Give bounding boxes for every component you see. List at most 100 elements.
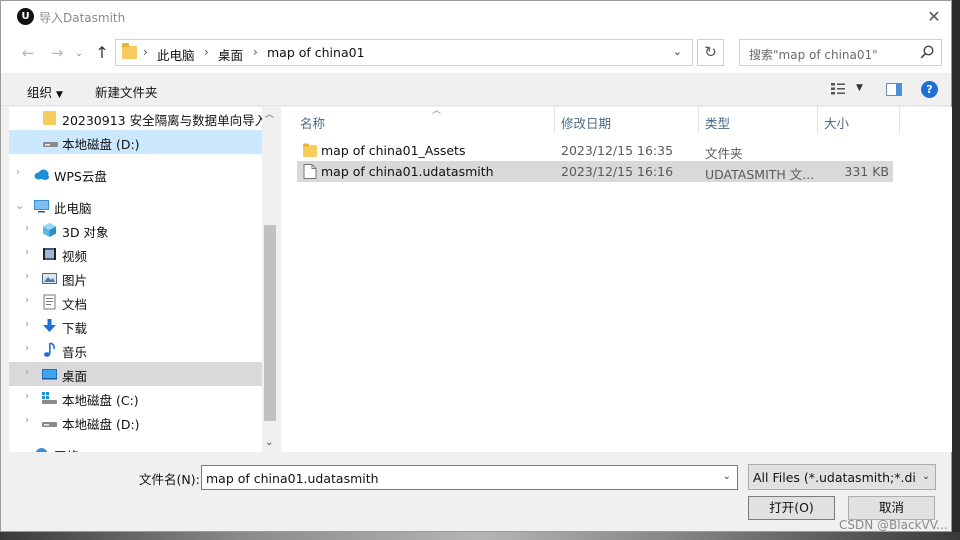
scroll-down-icon[interactable]: ⌄: [265, 437, 273, 448]
computer-icon: [34, 200, 49, 213]
network-icon: [35, 448, 48, 452]
filename-input[interactable]: map of china01.udatasmith ⌄: [201, 465, 738, 490]
download-icon: [43, 319, 56, 332]
chevron-right-icon[interactable]: ›: [25, 247, 29, 258]
chevron-right-icon[interactable]: ›: [25, 271, 29, 282]
recent-dropdown-icon[interactable]: ⌄: [69, 44, 89, 64]
file-icon: [303, 164, 317, 179]
chevron-right-icon[interactable]: ›: [25, 295, 29, 306]
folder-icon: [303, 143, 317, 157]
column-header-size[interactable]: 大小: [817, 107, 899, 134]
folder-icon: [122, 43, 137, 59]
chevron-right-icon[interactable]: ›: [25, 367, 29, 378]
search-placeholder: 搜索"map of china01": [749, 48, 878, 62]
tree-item-drive-d[interactable]: 本地磁盘 (D:): [9, 130, 262, 154]
caret-down-icon[interactable]: ▼: [856, 83, 863, 93]
chevron-right-icon[interactable]: ›: [25, 391, 29, 402]
chevron-down-icon[interactable]: ⌄: [917, 465, 935, 489]
tree-item-downloads[interactable]: › 下载: [9, 314, 262, 338]
chevron-right-icon[interactable]: ›: [204, 45, 209, 59]
file-row[interactable]: map of china01_Assets 2023/12/15 16:35 文…: [297, 140, 893, 161]
tree-item-label: 音乐: [62, 345, 88, 360]
file-type: UDATASMITH 文...: [705, 167, 815, 182]
file-name: map of china01_Assets: [321, 143, 466, 158]
cancel-button[interactable]: 取消: [848, 496, 935, 520]
tree-item-label: 图片: [62, 273, 88, 288]
tree-item-videos[interactable]: › 视频: [9, 242, 262, 266]
forward-arrow-icon[interactable]: →: [47, 43, 67, 63]
breadcrumb-current-folder[interactable]: map of china01: [267, 45, 365, 60]
tree-item-music[interactable]: › 音乐: [9, 338, 262, 362]
tree-item-label: 视频: [62, 249, 88, 264]
navigation-bar: ← → ⌄ ↑ › 此电脑 › 桌面 › map of china01 ⌄ ↻ …: [1, 33, 951, 73]
up-arrow-icon[interactable]: ↑: [92, 43, 112, 63]
scrollbar-thumb[interactable]: [264, 225, 276, 421]
background-bottom: [0, 532, 960, 540]
column-divider[interactable]: [899, 107, 900, 134]
chevron-down-icon[interactable]: ⌄: [673, 45, 682, 58]
file-date: 2023/12/15 16:35: [561, 143, 674, 158]
chevron-right-icon[interactable]: ›: [143, 45, 148, 59]
tree-item-desktop[interactable]: › 桌面: [9, 362, 262, 386]
tree-item-drive-d[interactable]: › 本地磁盘 (D:): [9, 410, 262, 434]
tree-item-drive-c[interactable]: › 本地磁盘 (C:): [9, 386, 262, 410]
file-date: 2023/12/15 16:16: [561, 164, 674, 179]
tree-item-network[interactable]: 网络: [9, 442, 262, 452]
tree-item-wps-cloud[interactable]: › WPS云盘: [9, 162, 262, 186]
file-type-filter[interactable]: All Files (*.udatasmith;*.direc ⌄: [748, 464, 936, 490]
tree-item-label: 下载: [62, 321, 88, 336]
folder-icon: [43, 111, 56, 125]
chevron-right-icon[interactable]: ›: [25, 343, 29, 354]
column-header-type[interactable]: 类型: [698, 107, 817, 134]
caret-down-icon: ▼: [56, 90, 63, 100]
chevron-down-icon[interactable]: ⌄: [723, 471, 731, 482]
file-row[interactable]: map of china01.udatasmith 2023/12/15 16:…: [297, 161, 893, 182]
chevron-right-icon[interactable]: ›: [25, 223, 29, 234]
address-bar[interactable]: › 此电脑 › 桌面 › map of china01 ⌄: [115, 39, 693, 66]
tree-item-label: 网络: [54, 446, 79, 452]
chevron-right-icon[interactable]: ›: [25, 319, 29, 330]
view-options-icon[interactable]: [830, 82, 846, 96]
close-button[interactable]: ✕: [923, 6, 945, 28]
organize-button[interactable]: 组织 ▼: [27, 82, 63, 101]
column-header-label: 类型: [705, 116, 731, 131]
search-icon[interactable]: [919, 44, 935, 60]
tree-item-pictures[interactable]: › 图片: [9, 266, 262, 290]
column-header-label: 名称: [300, 116, 326, 131]
import-dialog: U 导入Datasmith ✕ ← → ⌄ ↑ › 此电脑 › 桌面 › map…: [0, 0, 952, 532]
unreal-logo-icon: U: [17, 8, 34, 25]
music-icon: [44, 342, 55, 357]
organize-label: 组织: [27, 85, 53, 100]
back-arrow-icon[interactable]: ←: [18, 43, 38, 63]
cube-icon: [43, 223, 56, 237]
column-header-name[interactable]: 名称 ︿: [293, 106, 555, 134]
tree-item-label: 文档: [62, 297, 88, 312]
preview-pane-icon[interactable]: [886, 83, 902, 96]
breadcrumb-this-pc[interactable]: 此电脑: [157, 45, 195, 64]
navigation-scrollbar[interactable]: ︿ ⌄: [262, 107, 278, 452]
chevron-right-icon[interactable]: ›: [25, 415, 29, 426]
chevron-right-icon[interactable]: ›: [16, 167, 20, 178]
tree-item-3d-objects[interactable]: › 3D 对象: [9, 218, 262, 242]
new-folder-button[interactable]: 新建文件夹: [95, 82, 158, 101]
drive-icon: [43, 142, 58, 147]
tree-item-documents[interactable]: › 文档: [9, 290, 262, 314]
tree-item-this-pc[interactable]: ⌄ 此电脑: [9, 194, 262, 218]
open-button[interactable]: 打开(O): [748, 496, 835, 520]
search-input[interactable]: 搜索"map of china01": [739, 39, 942, 66]
column-header-date[interactable]: 修改日期: [554, 107, 698, 134]
file-list: 名称 ︿ 修改日期 类型 大小 map of china01_Assets 20…: [281, 106, 952, 452]
help-icon[interactable]: ?: [921, 81, 938, 98]
chevron-down-icon[interactable]: ⌄: [15, 199, 24, 212]
breadcrumb-desktop[interactable]: 桌面: [218, 45, 243, 64]
chevron-right-icon[interactable]: ›: [253, 45, 258, 59]
watermark: CSDN @BlackVV...: [839, 518, 948, 532]
refresh-button[interactable]: ↻: [697, 39, 724, 66]
tree-item-folder[interactable]: 20230913 安全隔离与数据单向导入系: [9, 107, 278, 130]
column-header-label: 大小: [824, 116, 850, 131]
scroll-up-icon[interactable]: ︿: [265, 107, 274, 120]
tree-item-label: 本地磁盘 (C:): [62, 393, 139, 408]
navigation-pane: 20230913 安全隔离与数据单向导入系 本地磁盘 (D:) › WPS云盘 …: [9, 107, 278, 452]
file-type: 文件夹: [705, 146, 743, 161]
title-bar: U 导入Datasmith ✕: [1, 1, 951, 33]
